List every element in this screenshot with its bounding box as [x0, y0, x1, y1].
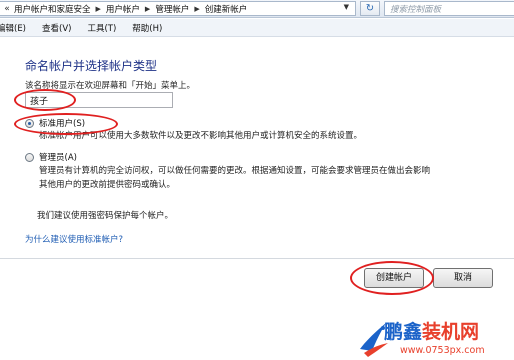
- chevron-right-icon[interactable]: ▶: [145, 5, 150, 13]
- annotation-circle-standard: [14, 113, 118, 135]
- watermark-brand-b: 装机网: [422, 321, 480, 343]
- cancel-button[interactable]: 取消: [433, 268, 493, 288]
- page-title: 命名帐户并选择帐户类型: [25, 59, 158, 73]
- watermark-logo: 鹏鑫装机网 www.0753px.com: [356, 317, 514, 360]
- password-recommendation: 我们建议使用强密码保护每个帐户。: [37, 211, 174, 221]
- breadcrumb-create-account[interactable]: 创建新帐户: [205, 3, 248, 15]
- menu-tools[interactable]: 工具(T): [87, 22, 116, 34]
- chevron-right-icon[interactable]: ▶: [194, 5, 199, 13]
- menu-bar: 编辑(E) 查看(V) 工具(T) 帮助(H): [0, 19, 514, 37]
- breadcrumb-user-accounts[interactable]: 用户帐户: [106, 3, 140, 15]
- refresh-button[interactable]: ↻: [360, 1, 380, 16]
- address-toolbar: « 用户帐户和家庭安全 ▶ 用户帐户 ▶ 管理帐户 ▶ 创建新帐户 ▼ ↻ 搜索…: [0, 0, 514, 18]
- watermark-brand-a: 鹏鑫: [384, 321, 423, 343]
- breadcrumb-family-safety[interactable]: 用户帐户和家庭安全: [14, 3, 91, 15]
- breadcrumb-manage-accounts[interactable]: 管理帐户: [155, 3, 189, 15]
- watermark-url: www.0753px.com: [400, 345, 485, 356]
- annotation-circle-name: [14, 89, 76, 111]
- search-input[interactable]: 搜索控制面板: [384, 1, 514, 16]
- menu-edit[interactable]: 编辑(E): [0, 22, 26, 34]
- annotation-circle-create: [350, 261, 434, 295]
- address-dropdown-icon[interactable]: ▼: [344, 3, 349, 11]
- address-bar[interactable]: « 用户帐户和家庭安全 ▶ 用户帐户 ▶ 管理帐户 ▶ 创建新帐户 ▼: [0, 1, 356, 16]
- overflow-chevron-icon[interactable]: «: [0, 4, 14, 14]
- administrator-description-line-1: 管理员有计算机的完全访问权，可以做任何需要的更改。根据通知设置，可能会要求管理员…: [39, 166, 431, 176]
- administrator-description-line-2: 其他用户的更改前提供密码或确认。: [39, 180, 176, 190]
- menu-view[interactable]: 查看(V): [42, 22, 71, 34]
- watermark-brand: 鹏鑫装机网: [384, 317, 479, 344]
- divider: [0, 258, 514, 259]
- why-standard-account-link[interactable]: 为什么建议使用标准帐户?: [25, 233, 123, 245]
- refresh-icon: ↻: [365, 3, 375, 14]
- search-placeholder: 搜索控制面板: [390, 5, 442, 15]
- menu-help[interactable]: 帮助(H): [132, 22, 162, 34]
- administrator-radio[interactable]: [25, 153, 34, 162]
- chevron-right-icon[interactable]: ▶: [96, 5, 101, 13]
- administrator-label[interactable]: 管理员(A): [39, 151, 77, 163]
